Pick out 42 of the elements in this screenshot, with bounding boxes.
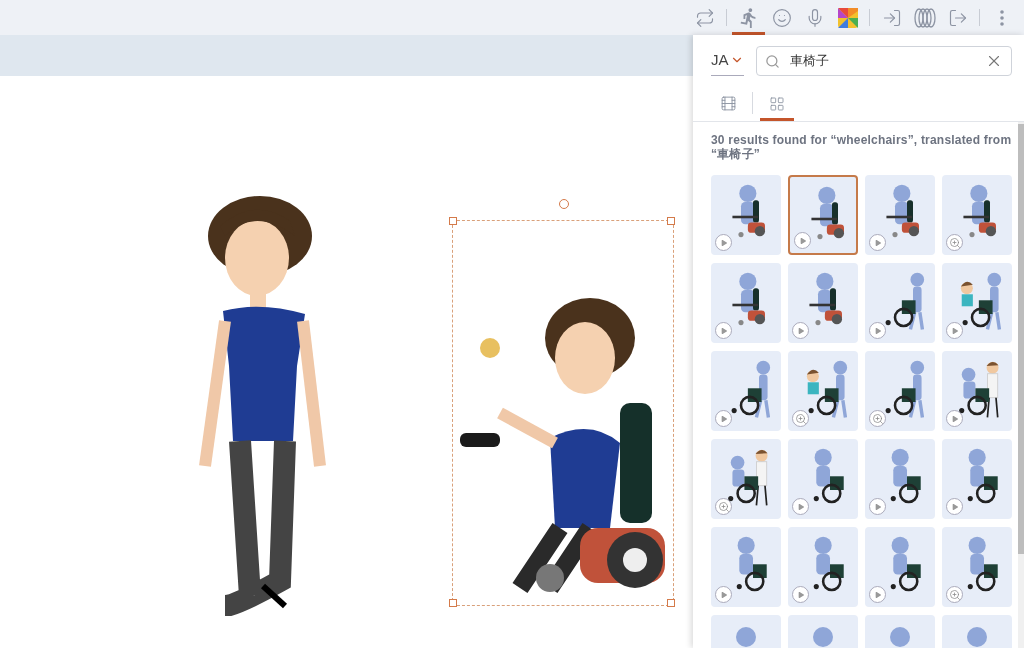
exit-icon [947,7,968,28]
result-thumbnail[interactable] [788,527,858,607]
grid-icon [769,95,785,112]
result-thumbnail[interactable] [711,263,781,343]
results-info: 30 results found for “wheelchairs”, translated from “車椅子” [711,133,1013,161]
result-thumbnail[interactable] [788,351,858,431]
result-thumbnail[interactable] [788,263,858,343]
result-thumbnail[interactable] [711,175,781,255]
result-thumbnail[interactable] [788,175,858,255]
resize-handle[interactable] [449,599,457,607]
result-thumbnail[interactable] [942,439,1012,519]
language-dropdown[interactable]: JA [711,46,744,76]
search-icon [764,53,780,69]
result-thumbnail[interactable] [942,175,1012,255]
result-thumbnail[interactable] [788,439,858,519]
scrollbar-thumb[interactable] [1018,124,1024,554]
swap-icon [694,7,715,28]
more-icon [999,9,1004,26]
result-thumbnail[interactable] [711,439,781,519]
zoom-in-icon[interactable] [715,498,732,515]
result-thumbnail[interactable] [942,527,1012,607]
result-thumbnail[interactable] [865,263,935,343]
result-thumbnail[interactable] [942,263,1012,343]
result-thumbnail[interactable] [865,527,935,607]
film-icon [719,95,737,112]
result-thumbnail[interactable] [711,351,781,431]
resize-handle[interactable] [449,217,457,225]
search-field[interactable]: 車椅子 [755,46,1012,76]
smiley-icon [771,7,792,28]
result-thumbnail[interactable] [865,439,935,519]
resize-handle[interactable] [667,599,675,607]
color-palette-icon [837,7,858,28]
result-thumbnail[interactable] [865,175,935,255]
rotate-handle[interactable] [559,199,569,209]
resize-handle[interactable] [667,217,675,225]
motion-rings-icon [912,7,937,28]
result-thumbnail[interactable] [942,351,1012,431]
search-input[interactable]: 車椅子 [787,52,977,70]
result-thumbnail[interactable] [711,527,781,607]
enter-icon [881,7,902,28]
play-icon[interactable] [946,410,963,427]
result-thumbnail[interactable] [865,351,935,431]
